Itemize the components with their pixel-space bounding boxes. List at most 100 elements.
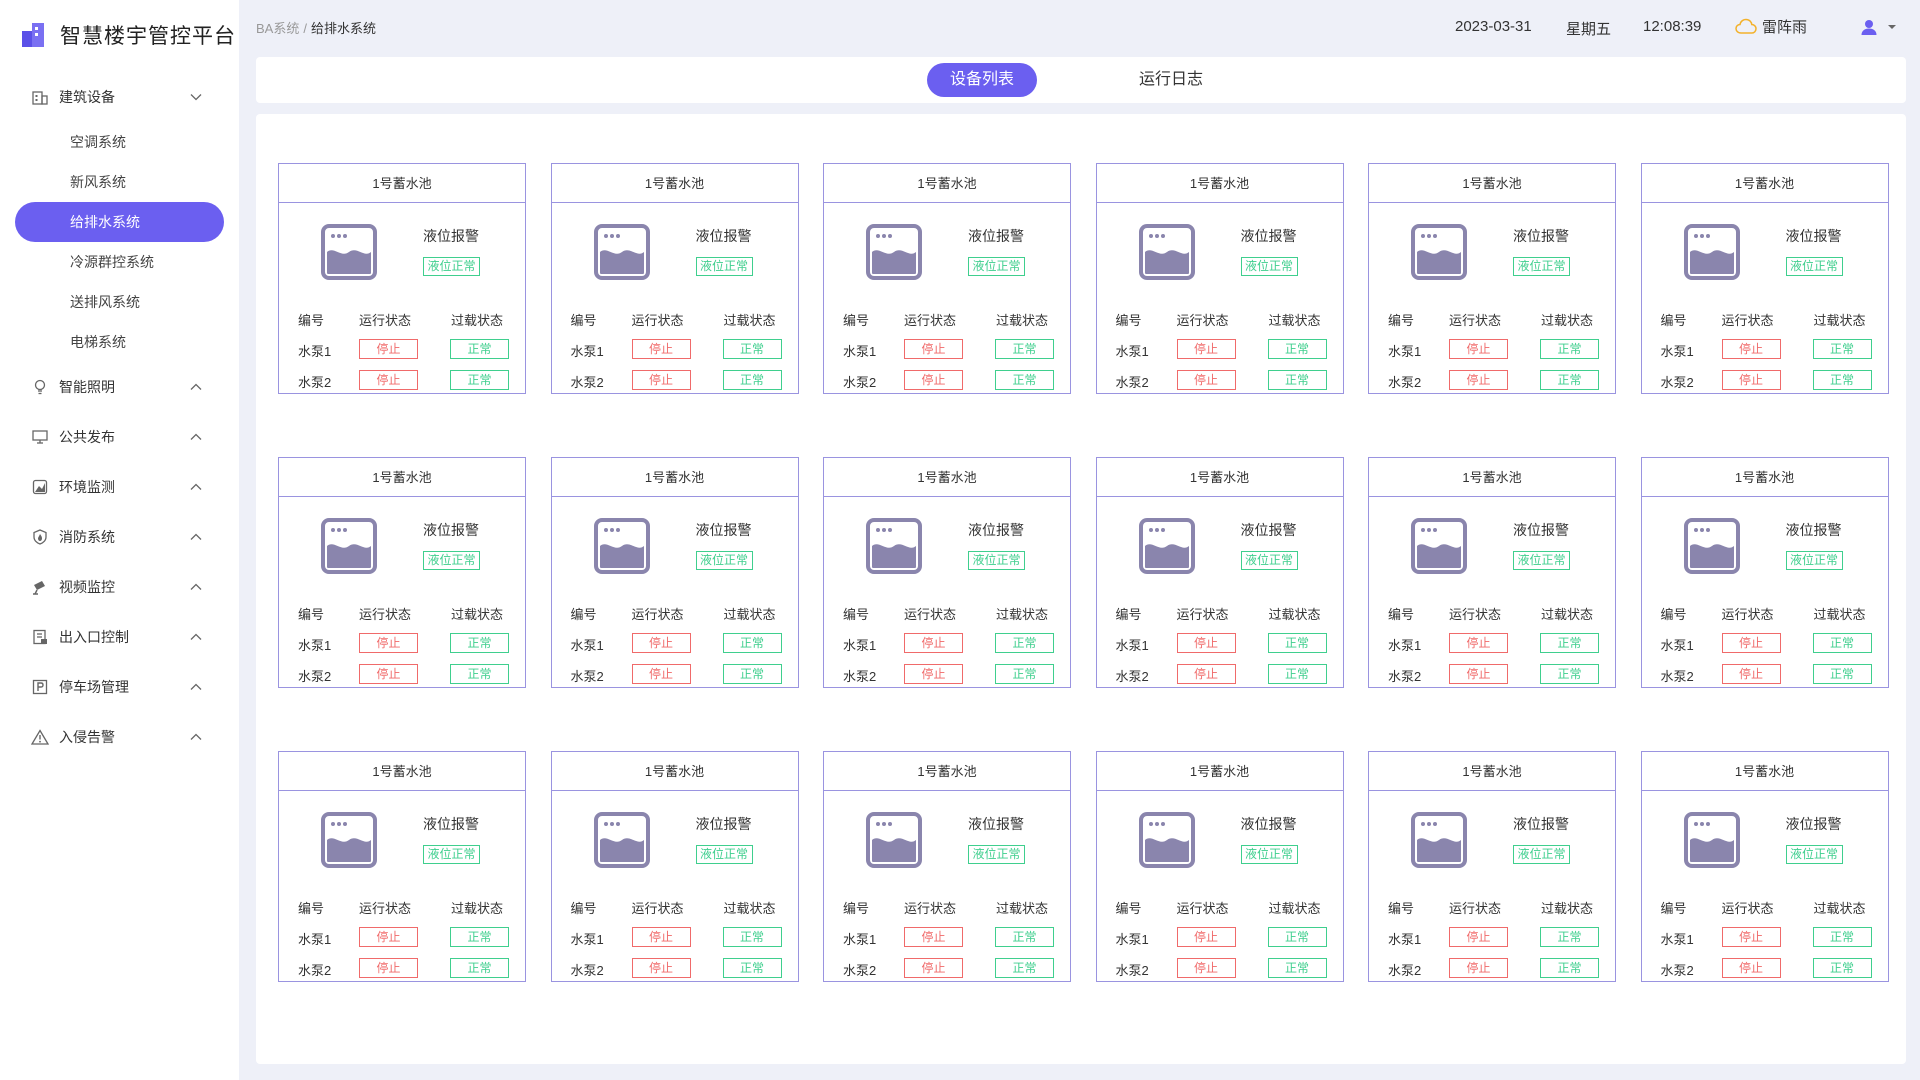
col-overload-status: 过载状态 bbox=[1268, 901, 1321, 916]
sidebar: 智慧楼宇管控平台 建筑设备 空调系统 新风系统 给排水系统 冷源群控系统 送排风… bbox=[0, 0, 239, 1080]
pump-1-run-badge: 停止 bbox=[1721, 927, 1781, 947]
device-card[interactable]: 1号蓄水池 液位报警 液位正常 编号 运行状态 过载状态 水泵1 停止 正常 水… bbox=[1095, 163, 1345, 394]
device-card[interactable]: 1号蓄水池 液位报警 液位正常 编号 运行状态 过载状态 水泵1 停止 正常 水… bbox=[823, 457, 1071, 688]
pump-1-overload-badge: 正常 bbox=[995, 339, 1054, 359]
pump-2-run-badge: 停止 bbox=[631, 370, 691, 390]
pump-1-label: 水泵1 bbox=[298, 344, 332, 359]
pump-row-1: 水泵1 停止 正常 bbox=[1097, 335, 1345, 366]
level-alarm-label: 液位报警 bbox=[1785, 522, 1842, 538]
pump-1-overload-badge: 正常 bbox=[722, 927, 782, 947]
card-title: 1号蓄水池 bbox=[551, 752, 798, 791]
pump-row-1: 水泵1 停止 正常 bbox=[1642, 629, 1890, 660]
device-card[interactable]: 1号蓄水池 液位报警 液位正常 编号 运行状态 过载状态 水泵1 停止 正常 水… bbox=[278, 751, 526, 982]
device-card[interactable]: 1号蓄水池 液位报警 液位正常 编号 运行状态 过载状态 水泵1 停止 正常 水… bbox=[550, 751, 799, 982]
card-title: 1号蓄水池 bbox=[1641, 458, 1888, 497]
level-status-badge: 液位正常 bbox=[1785, 845, 1843, 864]
menu-group-fire[interactable]: 消防系统 bbox=[0, 512, 239, 562]
sidebar-item-fresh-air[interactable]: 新风系统 bbox=[0, 162, 239, 202]
device-card[interactable]: 1号蓄水池 液位报警 液位正常 编号 运行状态 过载状态 水泵1 停止 正常 水… bbox=[1640, 751, 1889, 982]
chevron-down-icon bbox=[190, 94, 202, 101]
pump-table-header: 编号 运行状态 过载状态 bbox=[1642, 598, 1890, 629]
device-card[interactable]: 1号蓄水池 液位报警 液位正常 编号 运行状态 过载状态 水泵1 停止 正常 水… bbox=[823, 163, 1071, 394]
pump-row-1: 水泵1 停止 正常 bbox=[279, 335, 527, 366]
device-card[interactable]: 1号蓄水池 液位报警 液位正常 编号 运行状态 过载状态 水泵1 停止 正常 水… bbox=[278, 163, 526, 394]
user-menu[interactable] bbox=[1860, 18, 1898, 36]
pump-2-label: 水泵2 bbox=[843, 963, 877, 978]
sidebar-item-water-supply-drainage[interactable]: 给排水系统 bbox=[15, 202, 224, 242]
sidebar-item-elevator[interactable]: 电梯系统 bbox=[0, 322, 239, 362]
pump-2-run-badge: 停止 bbox=[1449, 664, 1508, 684]
pump-table-header: 编号 运行状态 过载状态 bbox=[1097, 304, 1345, 335]
chevron-up-icon bbox=[190, 383, 202, 390]
pump-2-run-badge: 停止 bbox=[1721, 370, 1781, 390]
device-card[interactable]: 1号蓄水池 液位报警 液位正常 编号 运行状态 过载状态 水泵1 停止 正常 水… bbox=[823, 751, 1071, 982]
user-icon bbox=[1861, 20, 1877, 35]
pump-table: 编号 运行状态 过载状态 水泵1 停止 正常 水泵2 停止 正常 bbox=[1097, 892, 1345, 985]
device-card[interactable]: 1号蓄水池 液位报警 液位正常 编号 运行状态 过载状态 水泵1 停止 正常 水… bbox=[1095, 457, 1345, 688]
pump-2-run-badge: 停止 bbox=[631, 958, 691, 978]
level-alarm-label: 液位报警 bbox=[1513, 228, 1569, 244]
menu-group-parking[interactable]: 停车场管理 bbox=[0, 662, 239, 712]
building-icon bbox=[30, 87, 50, 107]
pump-row-1: 水泵1 停止 正常 bbox=[1369, 629, 1617, 660]
pump-2-run-badge: 停止 bbox=[1176, 958, 1236, 978]
level-status-badge: 液位正常 bbox=[968, 551, 1025, 570]
device-card[interactable]: 1号蓄水池 液位报警 液位正常 编号 运行状态 过载状态 水泵1 停止 正常 水… bbox=[1095, 751, 1345, 985]
pump-row-1: 水泵1 停止 正常 bbox=[279, 629, 527, 660]
pump-2-label: 水泵2 bbox=[570, 375, 604, 390]
level-status-badge: 液位正常 bbox=[423, 551, 480, 570]
pump-row-2: 水泵2 停止 正常 bbox=[1642, 366, 1890, 397]
environment-icon bbox=[30, 477, 50, 497]
pump-2-overload-badge: 正常 bbox=[1267, 664, 1327, 684]
level-alarm-label: 液位报警 bbox=[423, 228, 479, 244]
menu-group-lighting[interactable]: 智能照明 bbox=[0, 362, 239, 412]
device-card[interactable]: 1号蓄水池 液位报警 液位正常 编号 运行状态 过载状态 水泵1 停止 正常 水… bbox=[550, 163, 799, 394]
sidebar-item-chiller-control[interactable]: 冷源群控系统 bbox=[0, 242, 239, 282]
pump-table-header: 编号 运行状态 过载状态 bbox=[1369, 892, 1617, 923]
pump-row-1: 水泵1 停止 正常 bbox=[1097, 629, 1345, 660]
device-card[interactable]: 1号蓄水池 液位报警 液位正常 编号 运行状态 过载状态 水泵1 停止 正常 水… bbox=[1368, 751, 1616, 982]
header-time: 12:08:39 bbox=[1643, 18, 1702, 35]
pump-table-header: 编号 运行状态 过载状态 bbox=[279, 598, 527, 629]
device-card[interactable]: 1号蓄水池 液位报警 液位正常 编号 运行状态 过载状态 水泵1 停止 正常 水… bbox=[278, 457, 526, 688]
sidebar-item-hvac[interactable]: 空调系统 bbox=[0, 122, 239, 162]
pump-1-run-badge: 停止 bbox=[1449, 339, 1508, 359]
card-title: 1号蓄水池 bbox=[1641, 164, 1888, 203]
pump-1-label: 水泵1 bbox=[1115, 638, 1149, 653]
water-tank-icon bbox=[321, 812, 377, 868]
breadcrumb-parent[interactable]: BA系统 bbox=[256, 21, 299, 36]
pump-2-run-badge: 停止 bbox=[1449, 958, 1508, 978]
water-tank-icon bbox=[1411, 518, 1467, 574]
pump-2-run-badge: 停止 bbox=[359, 664, 418, 684]
menu-group-access-control[interactable]: 出入口控制 bbox=[0, 612, 239, 662]
menu-group-video[interactable]: 视频监控 bbox=[0, 562, 239, 612]
pump-1-label: 水泵1 bbox=[570, 638, 604, 653]
device-card[interactable]: 1号蓄水池 液位报警 液位正常 编号 运行状态 过载状态 水泵1 停止 正常 水… bbox=[1368, 457, 1616, 688]
pump-1-overload-badge: 正常 bbox=[450, 339, 509, 359]
col-id: 编号 bbox=[1660, 901, 1687, 916]
menu-group-environment[interactable]: 环境监测 bbox=[0, 462, 239, 512]
tab-device-list[interactable]: 设备列表 bbox=[927, 63, 1037, 97]
tab-run-log[interactable]: 运行日志 bbox=[1111, 63, 1231, 97]
sidebar-item-ventilation[interactable]: 送排风系统 bbox=[0, 282, 239, 322]
device-card[interactable]: 1号蓄水池 液位报警 液位正常 编号 运行状态 过载状态 水泵1 停止 正常 水… bbox=[1368, 163, 1616, 394]
col-id: 编号 bbox=[1115, 607, 1142, 622]
device-card[interactable]: 1号蓄水池 液位报警 液位正常 编号 运行状态 过载状态 水泵1 停止 正常 水… bbox=[1640, 457, 1890, 688]
pump-2-label: 水泵2 bbox=[843, 375, 877, 390]
level-alarm-label: 液位报警 bbox=[695, 228, 752, 244]
device-card[interactable]: 1号蓄水池 液位报警 液位正常 编号 运行状态 过载状态 水泵1 停止 正常 水… bbox=[550, 457, 799, 688]
col-id: 编号 bbox=[843, 607, 870, 622]
col-id: 编号 bbox=[1388, 607, 1415, 622]
level-alarm-label: 液位报警 bbox=[1240, 816, 1297, 832]
menu-group-intrusion-alarm[interactable]: 入侵告警 bbox=[0, 712, 239, 762]
menu-group-public-release[interactable]: 公共发布 bbox=[0, 412, 239, 462]
pump-2-run-badge: 停止 bbox=[904, 958, 963, 978]
pump-2-label: 水泵2 bbox=[1660, 375, 1694, 390]
col-run-status: 运行状态 bbox=[631, 607, 684, 622]
menu-group-building-equipment[interactable]: 建筑设备 bbox=[0, 72, 239, 122]
pump-row-1: 水泵1 停止 正常 bbox=[1642, 335, 1890, 366]
col-id: 编号 bbox=[1660, 607, 1687, 622]
device-card[interactable]: 1号蓄水池 液位报警 液位正常 编号 运行状态 过载状态 水泵1 停止 正常 水… bbox=[1640, 163, 1890, 397]
pump-row-2: 水泵2 停止 正常 bbox=[1097, 954, 1345, 985]
pump-2-label: 水泵2 bbox=[1115, 375, 1149, 390]
